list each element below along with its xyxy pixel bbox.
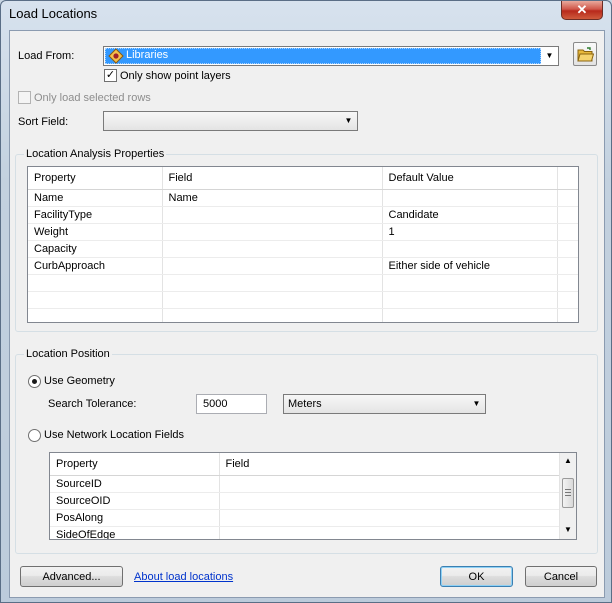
only-selected-rows-checkbox[interactable] [18, 91, 31, 104]
cell-default[interactable]: 1 [382, 223, 558, 241]
advanced-button[interactable]: Advanced... [20, 566, 123, 587]
chevron-down-icon[interactable]: ▼ [541, 47, 558, 65]
only-point-layers-label: Only show point layers [120, 70, 231, 82]
table-row[interactable]: FacilityType Candidate [28, 206, 578, 224]
table-row[interactable]: Capacity [28, 240, 578, 258]
cell-field[interactable] [162, 206, 383, 224]
scroll-down-icon[interactable]: ▼ [564, 525, 572, 534]
cell-default[interactable]: Either side of vehicle [382, 257, 558, 275]
dialog-body: Load From: Libraries ▼ ✓ Only show point [9, 30, 605, 598]
table-row[interactable]: CurbApproach Either side of vehicle [28, 257, 578, 275]
radio-selected-dot [32, 379, 37, 384]
cell-field[interactable] [162, 223, 383, 241]
cell-field[interactable] [219, 492, 561, 510]
use-geometry-label: Use Geometry [44, 375, 115, 387]
column-header-property[interactable]: Property [50, 453, 220, 476]
table-row[interactable]: PosAlong [50, 509, 561, 527]
empty-row [28, 308, 578, 322]
table-row[interactable]: SourceID [50, 475, 561, 493]
use-network-fields-radio[interactable] [28, 429, 41, 442]
cell-property: FacilityType [28, 206, 163, 224]
chevron-down-icon[interactable]: ▼ [468, 395, 485, 413]
cell-field[interactable] [219, 475, 561, 493]
cell-property: SourceID [50, 475, 220, 493]
about-load-locations-link[interactable]: About load locations [134, 571, 233, 583]
cell-default[interactable] [382, 240, 558, 258]
cancel-button[interactable]: Cancel [525, 566, 597, 587]
cell-default[interactable]: Candidate [382, 206, 558, 224]
table-row[interactable]: SourceOID [50, 492, 561, 510]
empty-row [28, 274, 578, 292]
location-position-title: Location Position [24, 348, 112, 360]
cell-field[interactable]: Name [162, 189, 383, 207]
network-grid-scrollbar[interactable]: ▲ ▼ [559, 453, 576, 539]
scroll-up-icon[interactable]: ▲ [564, 456, 572, 465]
location-analysis-grid[interactable]: Property Field Default Value Name Name Fa… [27, 166, 579, 323]
cell-default[interactable] [382, 189, 558, 207]
grid-header-row: Property Field Default Value [28, 167, 578, 190]
load-from-selection [105, 48, 541, 64]
column-header-spacer [557, 167, 578, 190]
cell-property: Name [28, 189, 163, 207]
tolerance-units-dropdown[interactable]: Meters ▼ [283, 394, 486, 414]
use-geometry-radio[interactable] [28, 375, 41, 388]
load-locations-dialog: Load Locations ✕ Load From: Libraries ▼ [0, 0, 612, 603]
cell-field[interactable] [219, 509, 561, 527]
cell-property: SourceOID [50, 492, 220, 510]
ok-button[interactable]: OK [440, 566, 513, 587]
cell-property: PosAlong [50, 509, 220, 527]
only-point-layers-checkbox[interactable]: ✓ [104, 69, 117, 82]
search-tolerance-label: Search Tolerance: [48, 398, 137, 410]
checkmark-icon: ✓ [105, 69, 116, 81]
grid-header-row: Property Field [50, 453, 561, 476]
column-header-field[interactable]: Field [162, 167, 383, 190]
cell-property: SideOfEdge [50, 526, 220, 539]
table-row[interactable]: Weight 1 [28, 223, 578, 241]
cell-field[interactable] [162, 257, 383, 275]
table-row[interactable]: Name Name [28, 189, 578, 207]
tolerance-units-value: Meters [288, 398, 322, 410]
title-bar[interactable]: Load Locations ✕ [1, 1, 611, 29]
cell-property: CurbApproach [28, 257, 163, 275]
use-network-fields-label: Use Network Location Fields [44, 429, 185, 441]
cell-property: Weight [28, 223, 163, 241]
scroll-thumb[interactable] [562, 478, 574, 508]
search-tolerance-input[interactable]: 5000 [196, 394, 267, 414]
sort-field-label: Sort Field: [18, 116, 69, 128]
table-row[interactable]: SideOfEdge [50, 526, 561, 539]
load-from-value: Libraries [126, 49, 169, 61]
sort-field-dropdown[interactable]: ▼ [103, 111, 358, 131]
close-icon: ✕ [576, 2, 588, 17]
search-tolerance-value: 5000 [203, 398, 228, 410]
network-fields-grid[interactable]: Property Field SourceID SourceOID PosAlo… [49, 452, 577, 540]
point-layer-icon [108, 48, 124, 67]
cell-property: Capacity [28, 240, 163, 258]
window-title: Load Locations [9, 6, 98, 21]
only-selected-rows-label: Only load selected rows [34, 92, 151, 104]
column-header-default-value[interactable]: Default Value [382, 167, 558, 190]
column-header-field[interactable]: Field [219, 453, 561, 476]
column-header-property[interactable]: Property [28, 167, 163, 190]
load-from-label: Load From: [18, 50, 75, 62]
close-button[interactable]: ✕ [561, 1, 603, 20]
folder-icon [577, 47, 594, 62]
chevron-down-icon[interactable]: ▼ [340, 112, 357, 130]
browse-folder-button[interactable] [573, 42, 597, 66]
location-analysis-title: Location Analysis Properties [24, 148, 167, 160]
load-from-dropdown[interactable]: Libraries ▼ [103, 46, 559, 66]
cell-field[interactable] [162, 240, 383, 258]
empty-row [28, 291, 578, 309]
cell-field[interactable] [219, 526, 561, 539]
